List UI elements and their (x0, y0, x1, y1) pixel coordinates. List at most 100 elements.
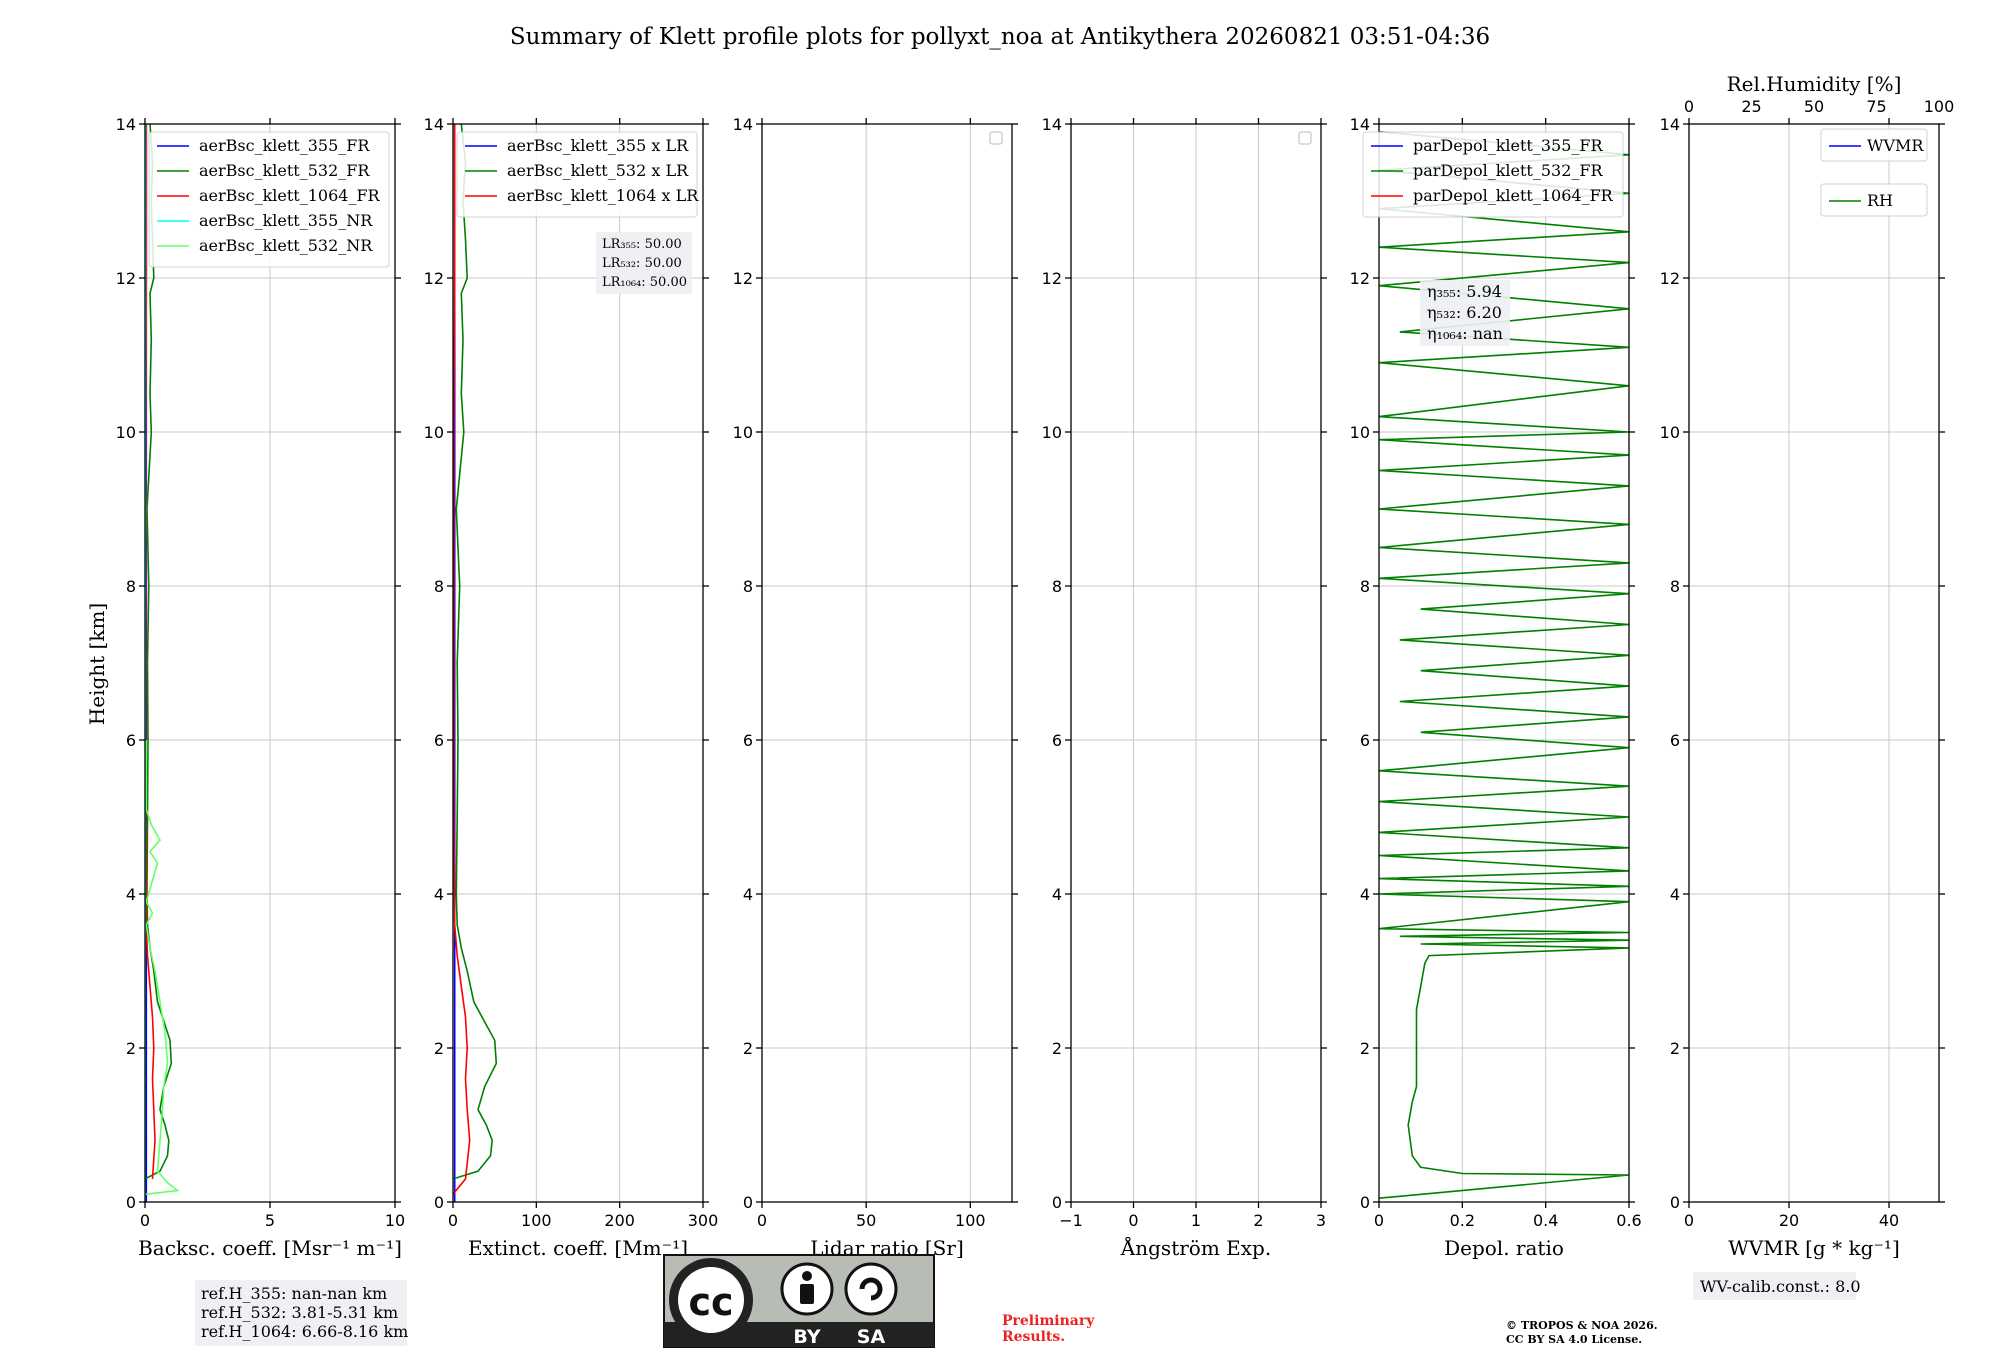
x-tick-label: 0.6 (1616, 1211, 1641, 1230)
y-tick-label: 0 (1360, 1193, 1370, 1212)
x-axis-label: WVMR [g * kg⁻¹] (1728, 1236, 1900, 1260)
legend-label-aerbsc-klett-1064-fr: aerBsc_klett_1064_FR (199, 186, 381, 205)
lr-1064: LR₁₀₆₄: 50.00 (602, 275, 687, 290)
legend-label-aerbsc-klett-532-x-lr: aerBsc_klett_532 x LR (507, 161, 689, 180)
top-x-axis-label: Rel.Humidity [%] (1727, 72, 1902, 96)
eta-box: η₃₅₅: 5.94 η₅₃₂: 6.20 η₁₀₆₄: nan (1420, 280, 1510, 346)
legend-label-pardepol-klett-355-fr: parDepol_klett_355_FR (1413, 136, 1604, 155)
ref-height-532: ref.H_532: 3.81-5.31 km (201, 1303, 398, 1322)
panels: 0 5 1002468101214Backsc. coeff. [Msr⁻¹ m⁻¹… (116, 72, 1955, 1260)
y-tick-label: 2 (126, 1039, 136, 1058)
x-tick-label: 0 (1374, 1211, 1384, 1230)
y-tick-label: 6 (1360, 731, 1370, 750)
panel-4: −1 0 1 2 302468101214Ångström Exp. (1042, 115, 1327, 1260)
y-tick-label: 0 (434, 1193, 444, 1212)
y-tick-label: 0 (1052, 1193, 1062, 1212)
y-tick-label: 12 (116, 269, 136, 288)
cc-letters: cc (688, 1280, 733, 1324)
x-tick-label: 300 (688, 1211, 719, 1230)
ref-height-box: ref.H_355: nan-nan km ref.H_532: 3.81-5.… (195, 1280, 408, 1346)
cc-by-sa-logo: cc BY SA (663, 1254, 935, 1348)
legend-label-rh: RH (1867, 191, 1893, 210)
preliminary-line-1: Preliminary (1002, 1313, 1095, 1329)
y-tick-label: 10 (424, 423, 444, 442)
figure-title: Summary of Klett profile plots for polly… (510, 24, 1490, 50)
y-tick-label: 8 (1670, 577, 1680, 596)
legend: aerBsc_klett_355_FR aerBsc_klett_532_FRae… (148, 131, 390, 268)
y-tick-label: 14 (1350, 115, 1370, 134)
eta-355: η₃₅₅: 5.94 (1427, 282, 1502, 301)
y-tick-label: 12 (733, 269, 753, 288)
y-tick-label: 2 (1670, 1039, 1680, 1058)
x-tick-label: 0 (140, 1211, 150, 1230)
legend-label-aerbsc-klett-355-nr: aerBsc_klett_355_NR (199, 211, 373, 230)
legend-label-aerbsc-klett-532-fr: aerBsc_klett_532_FR (199, 161, 370, 180)
x-tick-label: 5 (265, 1211, 275, 1230)
y-tick-label: 8 (1052, 577, 1062, 596)
ref-height-355: ref.H_355: nan-nan km (201, 1284, 387, 1303)
y-tick-label: 12 (424, 269, 444, 288)
y-tick-label: 0 (126, 1193, 136, 1212)
eta-532: η₅₃₂: 6.20 (1427, 303, 1502, 322)
x-tick-label: 200 (604, 1211, 635, 1230)
lidar-ratio-box: LR₃₅₅: 50.00 LR₅₃₂: 50.00 LR₁₀₆₄: 50.00 (596, 232, 692, 294)
y-tick-label: 2 (434, 1039, 444, 1058)
top-x-tick-label: 50 (1804, 97, 1824, 116)
legend-label-aerbsc-klett-355-x-lr: aerBsc_klett_355 x LR (507, 136, 689, 155)
x-tick-label: 0 (757, 1211, 767, 1230)
y-tick-label: 2 (1052, 1039, 1062, 1058)
by-icon-body (800, 1284, 814, 1304)
y-tick-label: 10 (116, 423, 136, 442)
legend-label-aerbsc-klett-532-nr: aerBsc_klett_532_NR (199, 236, 373, 255)
x-tick-label: 2 (1253, 1211, 1263, 1230)
lr-355: LR₃₅₅: 50.00 (602, 237, 682, 252)
y-tick-label: 10 (1042, 423, 1062, 442)
x-tick-label: 40 (1879, 1211, 1899, 1230)
panel-1: 0 5 10 0 2 4 6 8 10 12 14 Backsc. coeff. [Msr⁻¹ m⁻¹… (116, 115, 406, 1260)
x-tick-label: 0.4 (1533, 1211, 1558, 1230)
by-icon-head (802, 1271, 812, 1281)
axes-frame (761, 123, 1013, 1203)
y-axis-label: Height [km] (85, 603, 109, 725)
legend-wvmr: WVMR (1820, 128, 1928, 162)
sa-icon (844, 1262, 898, 1316)
y-tick-label: 14 (733, 115, 753, 134)
empty-legend (1298, 131, 1312, 145)
series-line-aerbsc-klett-532-nr (145, 740, 180, 1196)
x-tick-label: 3 (1316, 1211, 1326, 1230)
y-tick-label: 0 (1670, 1193, 1680, 1212)
y-tick-label: 12 (1660, 269, 1680, 288)
x-tick-label: 0.2 (1450, 1211, 1475, 1230)
legend-label-aerbsc-klett-355-fr: aerBsc_klett_355_FR (199, 136, 370, 155)
y-tick-label: 14 (116, 115, 136, 134)
y-tick-label: 10 (1350, 423, 1370, 442)
legend: aerBsc_klett_355 x LR aerBsc_klett_532 x … (456, 131, 699, 218)
figure: Summary of Klett profile plots for polly… (85, 24, 1955, 1348)
y-tick-label: 4 (1052, 885, 1062, 904)
cc-by-label: BY (793, 1326, 820, 1348)
x-tick-label: −1 (1059, 1211, 1083, 1230)
y-tick-label: 8 (126, 577, 136, 596)
wv-calib-box: WV-calib.const.: 8.0 (1693, 1272, 1861, 1300)
y-tick-label: 4 (1670, 885, 1680, 904)
y-tick-label: 2 (743, 1039, 753, 1058)
y-tick-label: 4 (1360, 885, 1370, 904)
y-tick-label: 12 (1042, 269, 1062, 288)
series-line-aerbsc-klett-532-x-lr (453, 124, 498, 1180)
x-tick-label: 0 (1128, 1211, 1138, 1230)
copyright-line-2: CC BY SA 4.0 License. (1506, 1333, 1642, 1346)
x-tick-label: 1 (1191, 1211, 1201, 1230)
y-tick-label: 2 (1360, 1039, 1370, 1058)
x-tick-label: 10 (385, 1211, 405, 1230)
x-tick-label: 100 (955, 1211, 986, 1230)
y-tick-label: 6 (126, 731, 136, 750)
y-tick-label: 8 (1360, 577, 1370, 596)
legend-label-aerbsc-klett-1064-x-lr: aerBsc_klett_1064 x LR (507, 186, 699, 205)
x-axis-label: Depol. ratio (1444, 1236, 1564, 1260)
y-tick-label: 14 (1660, 115, 1680, 134)
top-x-tick-label: 75 (1866, 97, 1886, 116)
y-tick-label: 4 (434, 885, 444, 904)
legend-label-pardepol-klett-1064-fr: parDepol_klett_1064_FR (1413, 186, 1614, 205)
x-tick-label: 20 (1779, 1211, 1799, 1230)
top-x-tick-label: 0 (1684, 97, 1694, 116)
